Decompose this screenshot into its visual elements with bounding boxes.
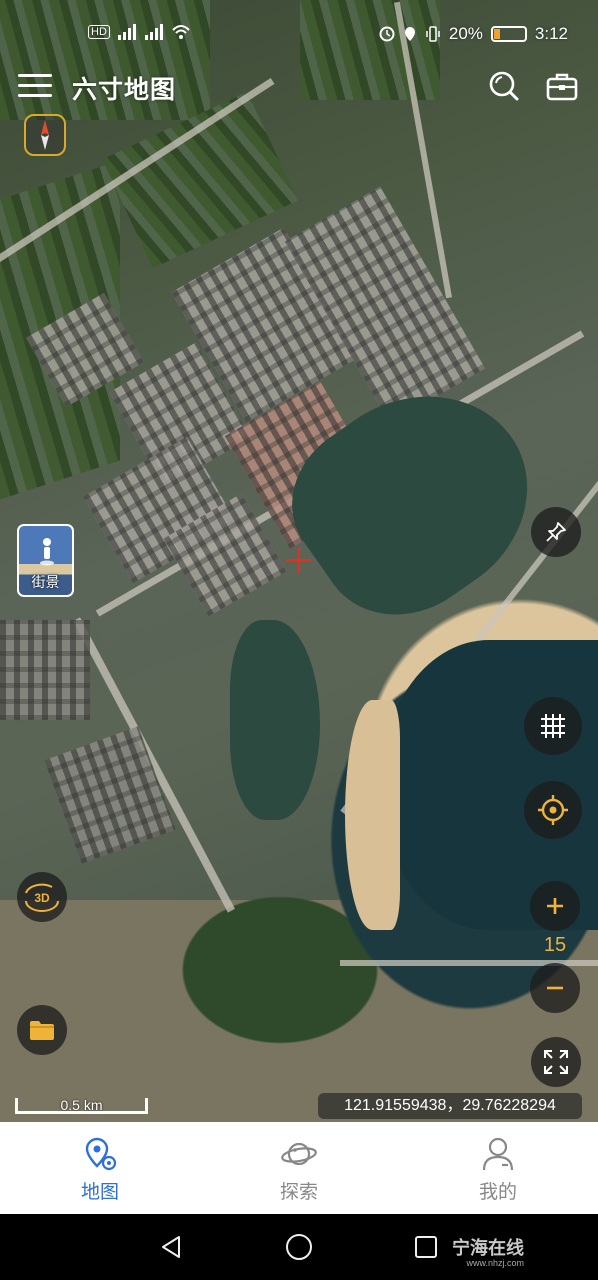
compass-needle-icon [41,120,49,150]
tab-profile-label: 我的 [478,1182,517,1203]
tab-explore[interactable]: 探索 [239,1122,359,1214]
clock: 3:12 [534,24,568,43]
industrial-block [44,726,176,864]
signal-icon [144,24,163,40]
zoom-level: 15 [543,934,567,956]
status-bar: HD 20% 3:12 [0,22,598,48]
planet-icon [281,1142,317,1166]
map-pin-icon [85,1137,117,1171]
tab-profile[interactable]: 我的 [438,1122,558,1214]
zoom-in-button[interactable] [530,881,580,931]
industrial-block [0,620,90,720]
bottom-navigation: 地图 探索 我的 [0,1122,598,1214]
pegman-icon [40,538,54,566]
map-scale: 0.5 km [15,1097,148,1116]
pin-button[interactable] [531,507,581,557]
beach [345,700,400,930]
battery-icon [490,26,527,42]
compass-icon[interactable] [24,114,66,156]
tab-explore-label: 探索 [279,1182,318,1203]
watermark-text: 宁海在线 [452,1238,524,1258]
plus-icon [547,898,563,914]
grid-icon [541,714,565,738]
fullscreen-button[interactable] [531,1037,581,1087]
street-view-label: 街景 [31,574,60,590]
expand-icon [544,1050,568,1074]
toolbox-icon[interactable] [546,72,578,102]
mode-3d-button[interactable]: 3D [17,872,67,922]
app-title: 六寸地图 [72,76,177,104]
home-icon[interactable] [285,1233,313,1261]
pushpin-icon [546,522,566,542]
recents-icon[interactable] [414,1235,438,1259]
location-icon [404,27,415,41]
tab-map-label: 地图 [80,1182,119,1203]
river [230,620,320,820]
back-icon[interactable] [158,1234,184,1260]
folder-button[interactable] [17,1005,67,1055]
folder-icon [30,1021,54,1040]
watermark-url: www.nhzj.com [466,1258,524,1268]
app-bar: 六寸地图 [0,64,598,112]
system-navigation-bar: 宁海在线 www.nhzj.com [0,1214,598,1280]
mode-3d-label: 3D [34,891,50,905]
satellite-map[interactable] [0,0,598,1122]
minus-icon [547,986,563,990]
street-view-button[interactable]: 街景 [17,524,74,597]
signal-icon [117,24,136,40]
alarm-icon [379,26,395,42]
vibrate-icon [426,26,440,42]
grid-button[interactable] [524,697,582,755]
tab-map[interactable]: 地图 [40,1122,160,1214]
wifi-icon [172,25,190,39]
map-crosshair [286,547,312,573]
battery-percent: 20% [448,24,483,43]
user-icon [482,1137,514,1171]
coordinates-readout: 121.91559438，29.76228294 [318,1093,582,1119]
hd-badge: HD [88,25,110,39]
locate-button[interactable] [524,781,582,839]
watermark: 宁海在线 www.nhzj.com [452,1234,524,1268]
3d-icon: 3D [25,883,59,912]
menu-icon[interactable] [18,72,54,100]
search-icon[interactable] [488,70,520,102]
zoom-out-button[interactable] [530,963,580,1013]
locate-icon [538,795,568,825]
